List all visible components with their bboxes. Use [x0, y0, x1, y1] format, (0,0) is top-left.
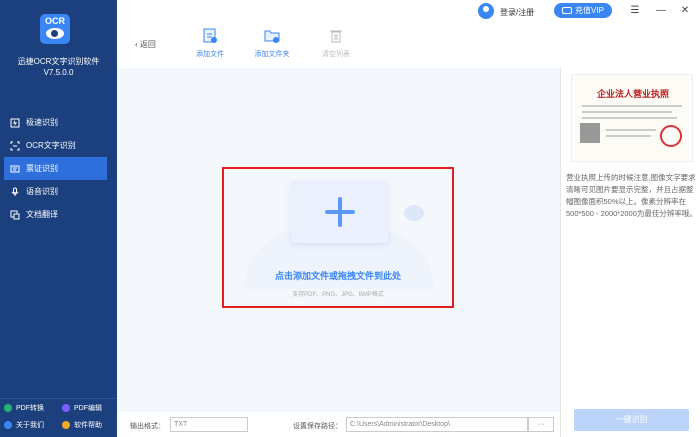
help-icon [62, 420, 70, 429]
recognize-button[interactable]: 一键识别 [574, 409, 689, 431]
eye-icon [46, 28, 64, 39]
user-avatar-icon[interactable] [478, 3, 494, 19]
app-version: V7.5.0.0 [43, 68, 74, 77]
pdf-edit-label: PDF编辑 [74, 404, 102, 412]
add-file-icon [203, 28, 217, 43]
sidebar-nav: 极速识别 OCR文字识别 票证识别 语音识别 文档翻译 [0, 111, 117, 226]
sidebar-item-fast-recognition[interactable]: 极速识别 [0, 111, 117, 134]
file-dropzone[interactable]: 点击添加文件或拖拽文件到此处 支持PDF、PNG、JPG、BMP格式 [222, 167, 454, 308]
seal-stamp [660, 125, 682, 147]
vip-label: 充值VIP [575, 6, 604, 15]
microphone-icon [11, 187, 19, 196]
pdf-edit-link[interactable]: PDF编辑 [58, 403, 116, 413]
pdf-edit-icon [62, 403, 70, 412]
upload-card [291, 181, 388, 243]
sidebar-item-label: 票证识别 [26, 164, 58, 173]
upload-tips: 营业执照上传的时候注意,图像文字要求清晰可见图片要显示完整，并且占据整幅图像面积… [566, 173, 697, 218]
clear-list-label: 清空列表 [322, 51, 350, 58]
pdf-convert-label: PDF转换 [16, 404, 44, 412]
save-path-input[interactable]: C:\Users\Administrator\Desktop\ [346, 417, 528, 432]
license-sample-image: 企业法人营业执照 [571, 74, 693, 162]
add-file-button[interactable]: 添加文件 [188, 28, 232, 59]
translate-icon [10, 210, 20, 219]
sidebar-item-voice[interactable]: 语音识别 [0, 180, 117, 203]
login-register-link[interactable]: 登录/注册 [500, 7, 534, 18]
sidebar-item-ocr[interactable]: OCR文字识别 [0, 134, 117, 157]
browse-button[interactable]: ··· [528, 417, 554, 432]
add-file-label: 添加文件 [196, 51, 224, 58]
about-label: 关于我们 [16, 421, 44, 429]
planet-decoration [404, 205, 424, 221]
output-format-select[interactable]: TXT [170, 417, 248, 432]
clear-list-button[interactable]: 清空列表 [314, 28, 358, 59]
main-area: 点击添加文件或拖拽文件到此处 支持PDF、PNG、JPG、BMP格式 [117, 68, 560, 412]
menu-icon[interactable]: ☰ [629, 5, 641, 17]
pdf-convert-icon [4, 403, 12, 412]
minimize-icon[interactable]: — [655, 5, 667, 17]
about-link[interactable]: 关于我们 [0, 420, 58, 430]
info-icon [4, 420, 12, 429]
back-label: 返回 [139, 40, 156, 49]
help-link[interactable]: 软件帮助 [58, 420, 116, 430]
vip-icon [562, 7, 573, 14]
sidebar-item-translate[interactable]: 文档翻译 [0, 203, 117, 226]
help-label: 软件帮助 [74, 421, 102, 429]
dropzone-main-text: 点击添加文件或拖拽文件到此处 [274, 271, 401, 281]
save-path-label: 设置保存路径： [293, 423, 342, 430]
logo-text: OCR [45, 16, 65, 26]
right-panel: 企业法人营业执照 营业执照上传的时候注意,图像文字要求清晰可见图片要显示完整，并… [560, 68, 700, 437]
sidebar-item-label: 语音识别 [26, 187, 58, 196]
toolbar: ‹ 返回 添加文件 添加文件夹 清空列表 [117, 24, 560, 68]
sidebar-item-label: 文档翻译 [26, 210, 58, 219]
vip-button[interactable]: 充值VIP [554, 3, 612, 18]
trash-icon [330, 30, 342, 43]
pdf-convert-link[interactable]: PDF转换 [0, 403, 58, 413]
app-title: 迅捷OCR文字识别软件 [17, 57, 100, 66]
license-title: 企业法人营业执照 [596, 89, 669, 99]
scan-icon [10, 141, 20, 150]
add-folder-label: 添加文件夹 [254, 51, 290, 58]
ticket-icon [10, 165, 20, 172]
add-folder-button[interactable]: 添加文件夹 [250, 28, 294, 59]
top-bar: 登录/注册 充值VIP ☰ — ✕ [117, 0, 700, 24]
sidebar-item-label: 极速识别 [26, 118, 58, 127]
bottom-bar: 输出格式： TXT 设置保存路径： C:\Users\Administrator… [117, 412, 560, 437]
dropzone-sub-text: 支持PDF、PNG、JPG、BMP格式 [292, 292, 384, 298]
sidebar-item-ticket[interactable]: 票证识别 [4, 157, 107, 180]
add-folder-icon [264, 30, 280, 43]
sidebar: OCR 迅捷OCR文字识别软件 V7.5.0.0 极速识别 OCR文字识别 票证… [0, 0, 117, 437]
output-format-label: 输出格式： [130, 423, 165, 430]
close-icon[interactable]: ✕ [679, 5, 691, 17]
sidebar-item-label: OCR文字识别 [26, 141, 76, 150]
app-logo: OCR [40, 14, 70, 44]
lightning-icon [10, 118, 20, 127]
back-button[interactable]: ‹ 返回 [135, 39, 156, 50]
qr-code-icon [580, 123, 600, 143]
sidebar-footer: PDF转换 PDF编辑 关于我们 软件帮助 [0, 398, 117, 433]
